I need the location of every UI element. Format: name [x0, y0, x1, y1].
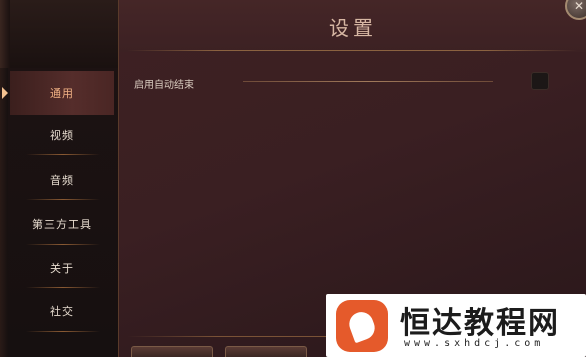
watermark-url: www.sxhdcj.com: [404, 338, 545, 349]
brand-logo: [336, 300, 388, 352]
sidebar-item-social[interactable]: 社交: [10, 289, 114, 333]
sidebar-item-about[interactable]: 关于: [10, 246, 114, 290]
settings-sidebar: 通用 视频 音频 第三方工具 关于 社交: [0, 68, 118, 357]
sidebar-item-label: 音频: [50, 174, 74, 187]
close-icon: ✕: [573, 0, 585, 13]
sidebar-item-label: 社交: [50, 305, 74, 318]
watermark-name: 恒达教程网: [400, 306, 560, 341]
title-divider: [127, 50, 577, 51]
watermark: 恒达教程网 www.sxhdcj.com: [326, 294, 586, 357]
sidebar-item-video[interactable]: 视频: [10, 113, 114, 157]
settings-window: 通用 视频 音频 第三方工具 关于 社交 设置 启用自动结束 ✕ 恒达教程网 w…: [0, 0, 586, 357]
frame-edge: [0, 0, 10, 68]
top-left-strip: [0, 0, 118, 68]
footer-button[interactable]: [131, 346, 213, 357]
page-title: 设置: [329, 16, 377, 40]
sidebar-item-label: 视频: [50, 129, 74, 142]
auto-end-label: 启用自动结束: [134, 80, 194, 91]
auto-end-checkbox[interactable]: [531, 72, 549, 90]
sidebar-item-label: 第三方工具: [32, 218, 92, 231]
sidebar-item-general[interactable]: 通用: [2, 71, 114, 115]
footer-button[interactable]: [225, 346, 307, 357]
sidebar-item-audio[interactable]: 音频: [10, 158, 114, 202]
setting-row-divider: [243, 81, 493, 82]
sidebar-item-label: 通用: [50, 87, 74, 100]
sidebar-item-third-party-tools[interactable]: 第三方工具: [10, 202, 114, 246]
sidebar-item-label: 关于: [50, 262, 74, 275]
